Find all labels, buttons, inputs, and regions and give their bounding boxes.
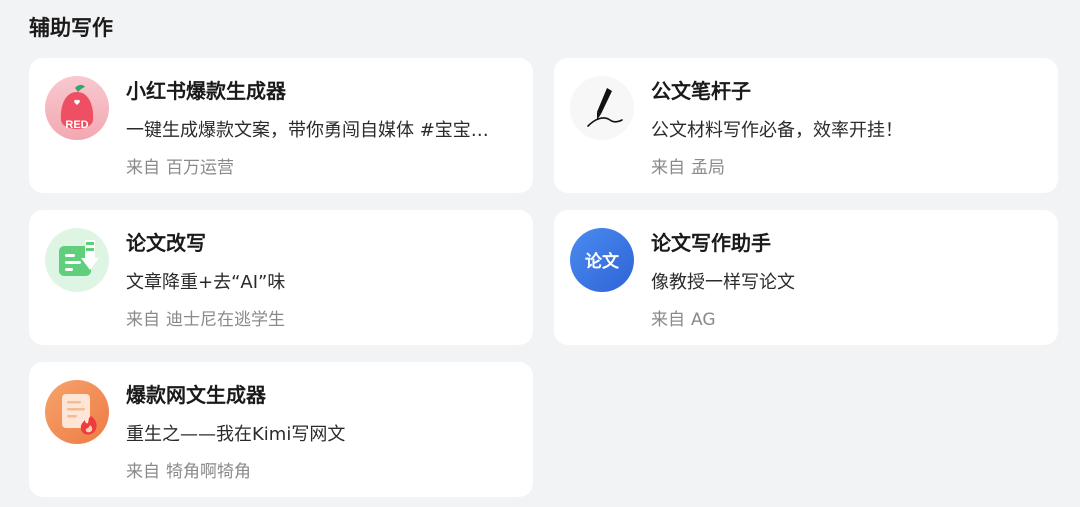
from-label: 来自 [126,310,160,330]
bot-description: 文章降重+去“AI”味 [126,272,286,293]
svg-text:论文: 论文 [585,251,620,272]
bot-description: 重生之——我在Kimi写网文 [126,424,346,445]
bot-author-line: 来自 犄角啊犄角 [126,457,251,482]
bot-card-xiaohongshu[interactable]: RED 小红书爆款生成器 一键生成爆款文案，带你勇闯自媒体 #宝宝… 来自 百万运… [29,58,533,193]
bot-name: 论文写作助手 [651,231,771,255]
bot-description: 像教授一样写论文 [651,272,795,293]
bot-name: 论文改写 [126,231,206,255]
bot-name: 爆款网文生成器 [126,383,266,407]
from-label: 来自 [651,310,685,330]
bot-author-line: 来自 孟局 [651,153,725,178]
bot-author: AG [691,310,716,330]
flame-document-icon [45,380,109,444]
from-label: 来自 [651,158,685,178]
bot-author: 孟局 [691,158,725,178]
bot-description: 一键生成爆款文案，带你勇闯自媒体 #宝宝… [126,120,489,141]
bot-author: 犄角啊犄角 [166,462,251,482]
bot-author-line: 来自 百万运营 [126,153,234,178]
bot-author-line: 来自 AG [651,305,716,330]
svg-text:RED: RED [65,119,88,131]
bot-author-line: 来自 迪士尼在逃学生 [126,305,285,330]
from-label: 来自 [126,158,160,178]
bot-name: 小红书爆款生成器 [126,79,286,103]
bot-card-lunwen-gaixie[interactable]: 论文改写 文章降重+去“AI”味 来自 迪士尼在逃学生 [29,210,533,345]
red-pepper-logo-icon: RED [45,76,109,140]
thesis-badge-icon: 论文 [570,228,634,292]
section-title: 辅助写作 [29,16,113,40]
bot-card-wangwen[interactable]: 爆款网文生成器 重生之——我在Kimi写网文 来自 犄角啊犄角 [29,362,533,497]
bot-author: 迪士尼在逃学生 [166,310,285,330]
bot-description: 公文材料写作必备，效率开挂！ [651,120,903,141]
bot-name: 公文笔杆子 [651,79,751,103]
fountain-pen-icon [570,76,634,140]
document-download-icon [45,228,109,292]
bot-author: 百万运营 [166,158,234,178]
bot-card-lunwen-zhushou[interactable]: 论文 论文写作助手 像教授一样写论文 来自 AG [554,210,1058,345]
bot-card-gongwen[interactable]: 公文笔杆子 公文材料写作必备，效率开挂！ 来自 孟局 [554,58,1058,193]
from-label: 来自 [126,462,160,482]
